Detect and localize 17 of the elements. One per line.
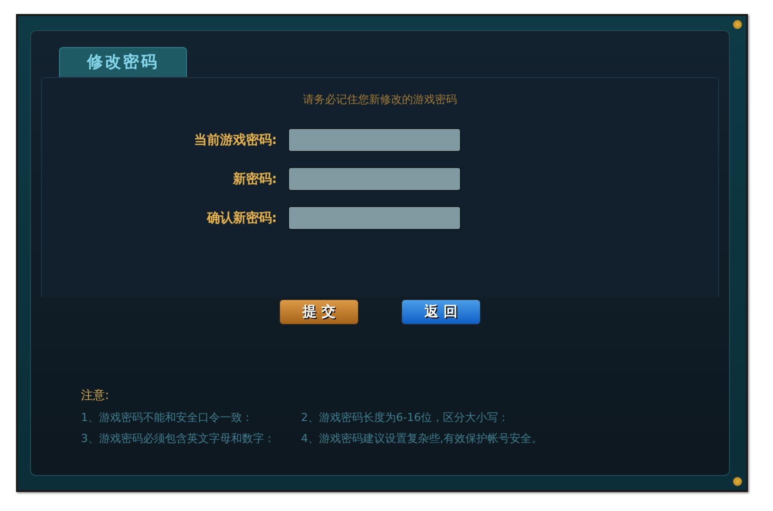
field-label: 新密码: bbox=[232, 170, 277, 188]
field-label: 确认新密码: bbox=[206, 210, 277, 227]
note-text: 2、游戏密码长度为6-16位，区分大小写： bbox=[301, 410, 510, 425]
password-field[interactable] bbox=[288, 206, 461, 230]
note-text: 3、游戏密码必须包含英文字母和数字： bbox=[81, 431, 276, 446]
submit-button[interactable]: 提 交 bbox=[279, 299, 359, 325]
rivet-icon bbox=[733, 20, 742, 29]
back-button[interactable]: 返 回 bbox=[401, 299, 481, 325]
note-text: 1、游戏密码不能和安全口令一致： bbox=[81, 410, 254, 425]
tab[interactable]: 修改密码 bbox=[59, 47, 187, 77]
password-field[interactable] bbox=[288, 167, 461, 191]
notes-title: 注意: bbox=[81, 387, 110, 404]
rivet-icon bbox=[733, 477, 742, 486]
password-field[interactable] bbox=[288, 128, 461, 152]
hint-text: 请务必记住您新修改的游戏密码 bbox=[303, 92, 457, 107]
field-label: 当前游戏密码: bbox=[192, 132, 277, 149]
note-text: 4、游戏密码建议设置复杂些,有效保护帐号安全。 bbox=[301, 431, 544, 446]
